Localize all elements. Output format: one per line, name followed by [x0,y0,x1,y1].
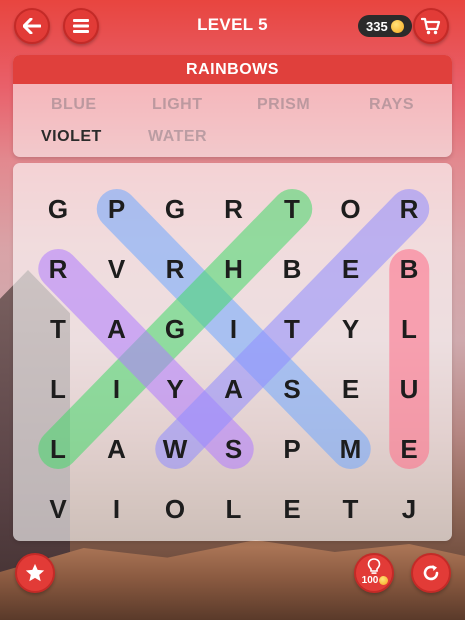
hint-button[interactable] [354,553,394,593]
shuffle-button[interactable] [411,553,451,593]
letter-cell[interactable]: L [205,479,263,539]
letter-cell[interactable]: Y [322,299,380,359]
letter-cell[interactable]: V [29,479,87,539]
word-item: BLUE [51,96,97,113]
letter-cell[interactable]: O [146,479,204,539]
word-item: LIGHT [152,96,203,113]
cart-icon [421,17,441,35]
letter-cell[interactable]: P [263,419,321,479]
letter-cell[interactable]: T [29,299,87,359]
letter-cell[interactable]: I [88,359,146,419]
letter-cell[interactable]: G [146,179,204,239]
letter-cell[interactable]: R [29,239,87,299]
letter-cell[interactable]: A [88,419,146,479]
favorite-button[interactable] [15,553,55,593]
letter-cell[interactable]: E [263,479,321,539]
refresh-icon [423,565,439,581]
letter-cell[interactable]: I [205,299,263,359]
letter-cell[interactable]: E [322,239,380,299]
hint-cost-value: 100 [361,575,379,586]
letter-cell[interactable]: L [29,419,87,479]
letter-cell[interactable]: P [88,179,146,239]
hint-cost: 100 [356,575,394,586]
letter-cell[interactable]: B [380,239,438,299]
letter-cell[interactable]: W [146,419,204,479]
letter-cell[interactable]: H [205,239,263,299]
word-item: WATER [148,128,208,145]
letter-cell[interactable]: R [146,239,204,299]
letter-cell[interactable]: U [380,359,438,419]
ground-backdrop [0,540,465,620]
letter-cell[interactable]: T [322,479,380,539]
coin-count: 335 [366,18,388,34]
letter-cell[interactable]: V [88,239,146,299]
star-icon [25,563,45,582]
letter-cell[interactable]: T [263,299,321,359]
letter-cell[interactable]: J [380,479,438,539]
coin-icon [379,576,389,585]
letter-cell[interactable]: L [29,359,87,419]
letter-cell[interactable]: Y [146,359,204,419]
category-title: RAINBOWS [13,55,452,84]
letter-grid[interactable]: GPGRTORRVRHBEBTAGITYLLIYASEULAWSPMEVIOLE… [13,163,452,541]
word-item: RAYS [369,96,414,113]
letter-cell[interactable]: I [88,479,146,539]
coin-icon [390,19,404,33]
word-list-panel: RAINBOWS BLUE LIGHT PRISM RAYS VIOLET WA… [13,55,452,157]
letter-cell[interactable]: S [205,419,263,479]
letter-cell[interactable]: E [380,419,438,479]
letter-cell[interactable]: L [380,299,438,359]
letter-cell[interactable]: A [88,299,146,359]
word-item: PRISM [257,96,311,113]
letter-cell[interactable]: G [29,179,87,239]
shop-button[interactable] [413,8,449,44]
letter-cell[interactable]: M [322,419,380,479]
coin-balance: 335 [358,15,412,37]
letter-cell[interactable]: G [146,299,204,359]
letter-cell[interactable]: B [263,239,321,299]
letter-cell[interactable]: S [263,359,321,419]
letter-cell[interactable]: R [380,179,438,239]
letter-cell[interactable]: A [205,359,263,419]
letter-cell[interactable]: E [322,359,380,419]
lightbulb-icon [367,558,381,574]
word-item: VIOLET [41,128,102,145]
letter-cell[interactable]: T [263,179,321,239]
letter-cell[interactable]: O [322,179,380,239]
letter-cell[interactable]: R [205,179,263,239]
